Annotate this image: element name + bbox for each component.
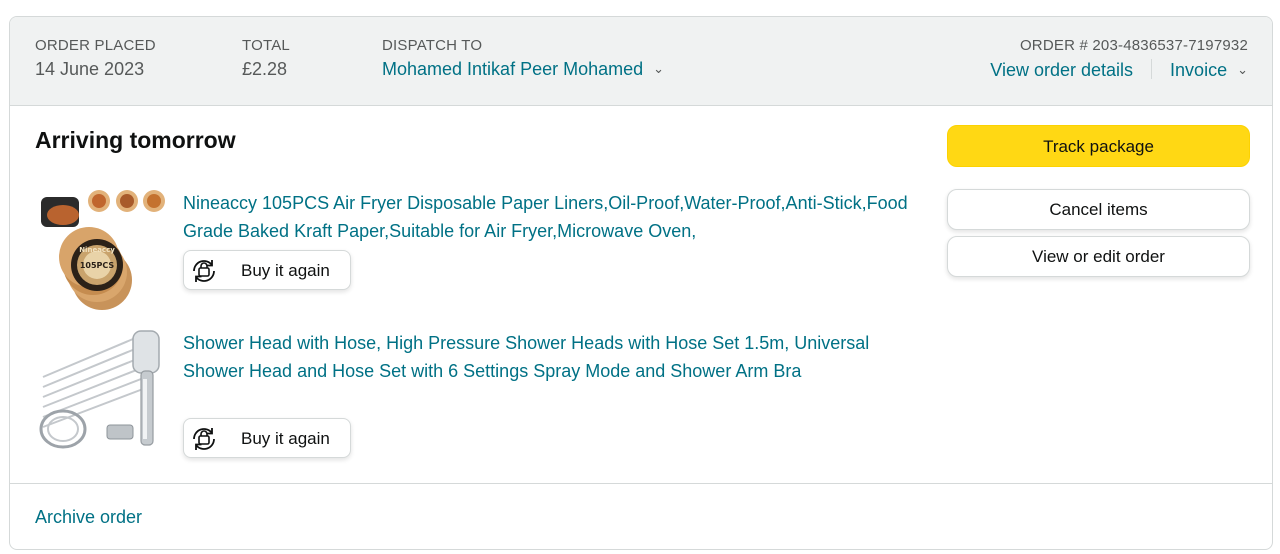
product-image-shower-head[interactable] (37, 329, 167, 454)
buy-again-icon (189, 424, 219, 454)
shower-head-image (39, 330, 160, 449)
buy-again-label: Buy it again (241, 429, 330, 448)
cancel-items-button[interactable]: Cancel items (947, 189, 1250, 230)
chevron-down-icon: ⌄ (653, 61, 665, 76)
order-total-value: £2.28 (242, 59, 288, 79)
buy-again-icon (189, 256, 219, 286)
product-image-air-fryer-liners[interactable]: Nineaccy 105PCS (37, 187, 167, 312)
invoice-label: Invoice (1170, 60, 1228, 80)
order-placed: ORDER PLACED 14 June 2023 (35, 37, 156, 80)
dispatch-to-recipient-link[interactable]: Mohamed Intikaf Peer Mohamed ⌄ (382, 59, 664, 80)
order-card: ORDER PLACED 14 June 2023 TOTAL £2.28 DI… (9, 16, 1273, 550)
order-number-block: ORDER # 203-4836537-7197932 View order d… (990, 37, 1248, 81)
footer-divider (10, 483, 1272, 484)
liner-count-text: 105PCS (80, 261, 115, 270)
buy-again-label: Buy it again (241, 261, 330, 280)
product-title-shower-head[interactable]: Shower Head with Hose, High Pressure Sho… (183, 329, 908, 385)
invoice-link[interactable]: Invoice ⌄ (1170, 60, 1248, 81)
view-or-edit-order-button[interactable]: View or edit order (947, 236, 1250, 277)
product-title-air-fryer-liners[interactable]: Nineaccy 105PCS Air Fryer Disposable Pap… (183, 189, 908, 245)
view-order-details-link[interactable]: View order details (990, 60, 1133, 81)
archive-order-link[interactable]: Archive order (35, 507, 142, 528)
link-separator (1151, 59, 1153, 79)
delivery-status: Arriving tomorrow (35, 127, 236, 153)
track-package-button[interactable]: Track package (947, 125, 1250, 167)
buy-again-button[interactable]: Buy it again (183, 250, 351, 290)
order-links: View order details Invoice ⌄ (990, 59, 1248, 81)
order-total: TOTAL £2.28 (242, 37, 290, 80)
air-fryer-liners-image: Nineaccy 105PCS (41, 190, 165, 310)
dispatch-to: DISPATCH TO Mohamed Intikaf Peer Mohamed… (382, 37, 664, 80)
order-header: ORDER PLACED 14 June 2023 TOTAL £2.28 DI… (10, 17, 1272, 106)
order-total-label: TOTAL (242, 37, 290, 54)
liner-brand-text: Nineaccy (79, 246, 115, 254)
chevron-down-icon: ⌄ (1237, 62, 1248, 77)
buy-again-button[interactable]: Buy it again (183, 418, 351, 458)
order-placed-date: 14 June 2023 (35, 59, 145, 79)
order-number: ORDER # 203-4836537-7197932 (1019, 37, 1248, 54)
dispatch-to-label: DISPATCH TO (382, 37, 483, 54)
order-placed-label: ORDER PLACED (35, 37, 156, 54)
dispatch-to-name: Mohamed Intikaf Peer Mohamed (382, 59, 644, 79)
